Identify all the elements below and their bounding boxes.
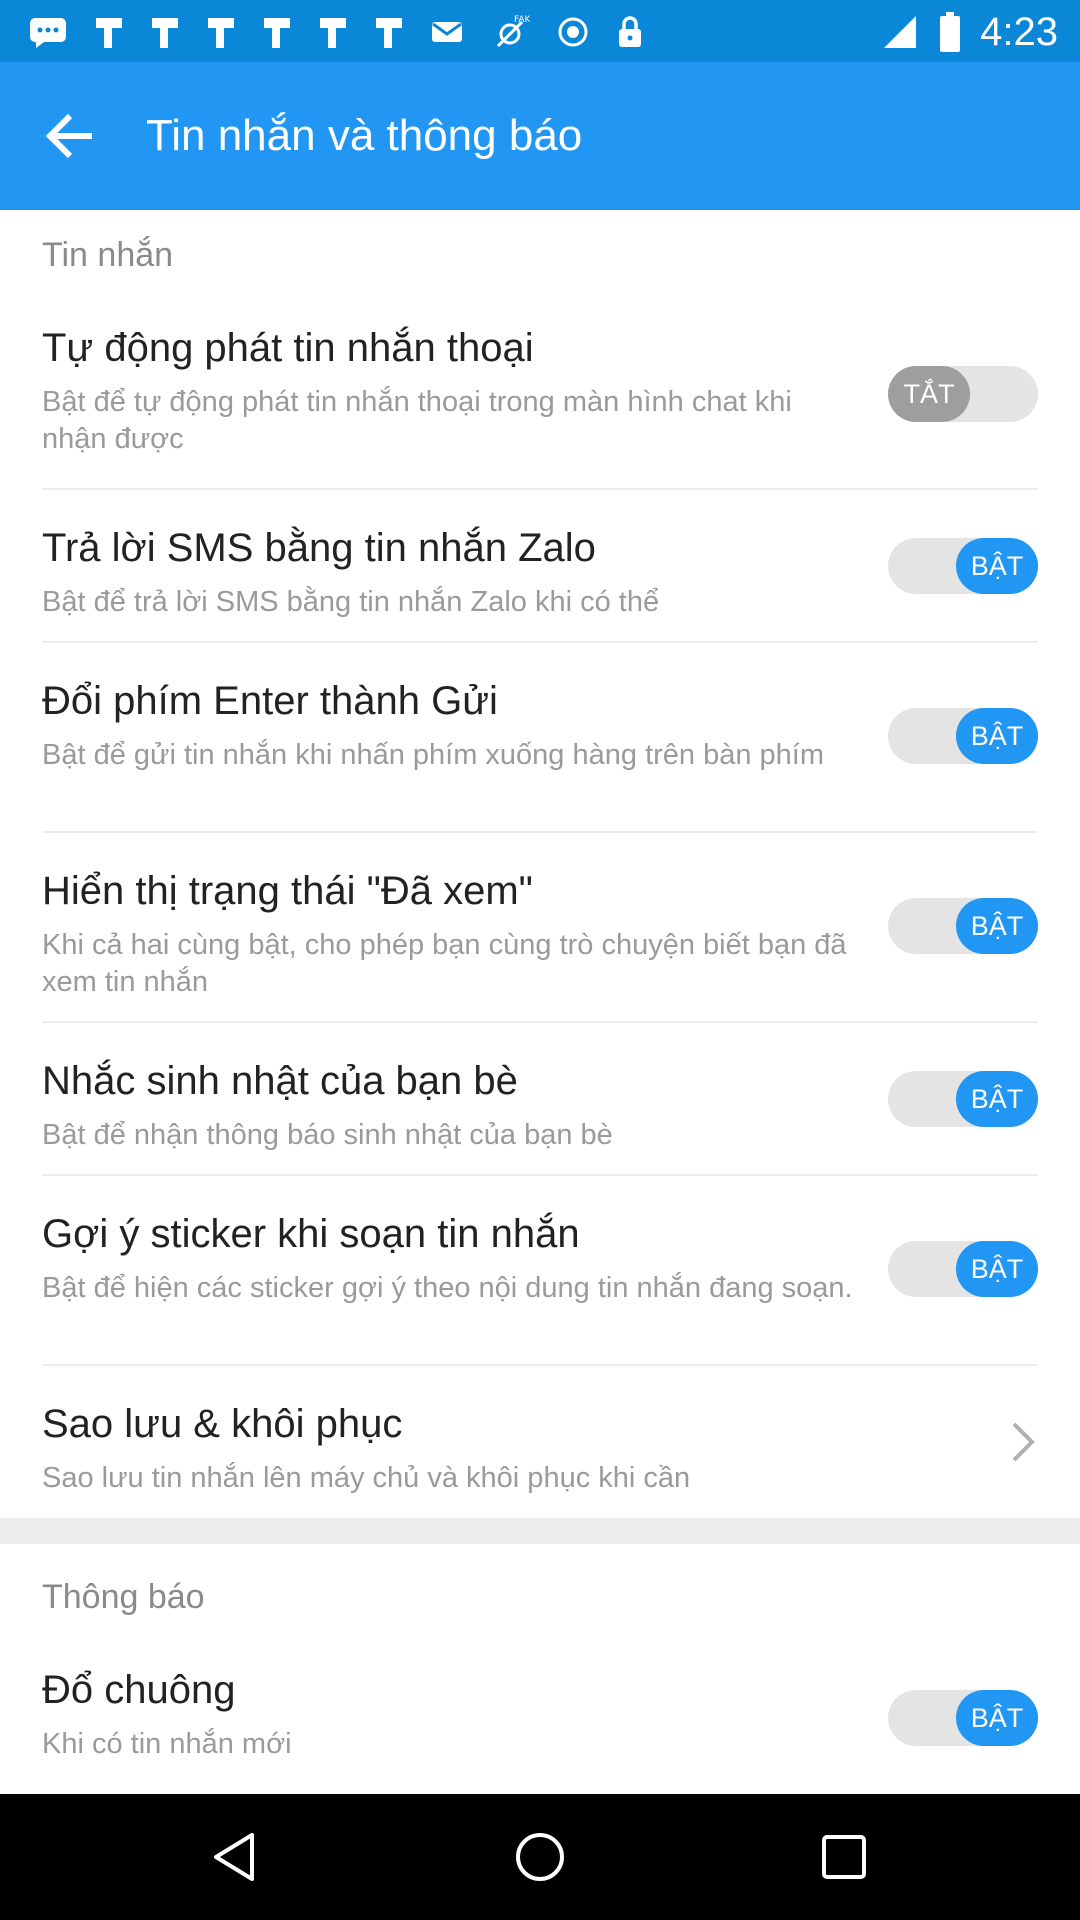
toggle-switch[interactable]: BẬT — [888, 1690, 1038, 1746]
setting-description: Khi cả hai cùng bật, cho phép bạn cùng t… — [42, 929, 847, 998]
setting-backup-restore[interactable]: Sao lưu & khôi phục Sao lưu tin nhắn lên… — [42, 1366, 1038, 1518]
svg-text:FAKE: FAKE — [514, 15, 530, 25]
notification-icon — [208, 18, 234, 48]
setting-seen-status[interactable]: Hiển thị trạng thái "Đã xem" Khi cả hai … — [42, 833, 1038, 1023]
app-bar: Tin nhắn và thông báo — [0, 62, 1080, 210]
toggle-knob: TẮT — [888, 366, 970, 422]
setting-description: Bật để tự động phát tin nhắn thoại trong… — [42, 386, 792, 455]
setting-description: Bật để hiện các sticker gợi ý theo nội d… — [42, 1272, 853, 1304]
setting-auto-play-voice[interactable]: Tự động phát tin nhắn thoại Bật để tự độ… — [42, 300, 1038, 490]
battery-icon — [940, 12, 961, 52]
notification-icon — [320, 18, 346, 48]
nav-recents-icon[interactable] — [814, 1827, 874, 1887]
notification-icon — [264, 18, 290, 48]
circle-icon — [558, 17, 588, 47]
notification-icon — [376, 18, 402, 48]
lock-icon — [619, 16, 641, 47]
setting-enter-to-send[interactable]: Đổi phím Enter thành Gửi Bật để gửi tin … — [42, 643, 1038, 833]
toggle-switch[interactable]: BẬT — [888, 708, 1038, 764]
setting-reply-sms-zalo[interactable]: Trả lời SMS bằng tin nhắn Zalo Bật để tr… — [42, 490, 1038, 643]
toggle-switch[interactable]: BẬT — [888, 898, 1038, 954]
toggle-knob: BẬT — [956, 1241, 1038, 1297]
setting-title: Trả lời SMS bằng tin nhắn Zalo — [42, 526, 596, 570]
back-arrow-icon[interactable] — [40, 106, 100, 166]
setting-title: Sao lưu & khôi phục — [42, 1402, 403, 1446]
setting-description: Bật để nhận thông báo sinh nhật của bạn … — [42, 1119, 613, 1151]
notification-icon — [96, 18, 122, 48]
setting-description: Bật để trả lời SMS bằng tin nhắn Zalo kh… — [42, 586, 660, 618]
messages-icon — [30, 18, 66, 48]
toggle-switch[interactable]: TẮT — [888, 366, 1038, 422]
setting-title: Nhắc sinh nhật của bạn bè — [42, 1059, 518, 1103]
setting-ringtone[interactable]: Đổ chuông Khi có tin nhắn mới BẬT — [42, 1654, 1038, 1797]
notification-icon — [152, 18, 178, 48]
settings-list: Tin nhắn Tự động phát tin nhắn thoại Bật… — [0, 210, 1080, 1797]
toggle-knob: BẬT — [956, 898, 1038, 954]
chevron-right-icon — [1012, 1422, 1035, 1462]
status-bar: FAKE 4:23 — [0, 0, 1080, 62]
setting-title: Đổi phím Enter thành Gửi — [42, 679, 498, 723]
navigation-bar — [0, 1794, 1080, 1920]
section-header-messages: Tin nhắn — [42, 236, 174, 274]
setting-description: Khi có tin nhắn mới — [42, 1728, 292, 1760]
setting-birthday-reminder[interactable]: Nhắc sinh nhật của bạn bè Bật để nhận th… — [42, 1023, 1038, 1176]
signal-icon — [884, 16, 917, 48]
toggle-switch[interactable]: BẬT — [888, 1071, 1038, 1127]
section-divider — [0, 1518, 1080, 1544]
toggle-knob: BẬT — [956, 538, 1038, 594]
mail-icon — [432, 22, 462, 42]
section-header-notifications: Thông báo — [42, 1578, 205, 1616]
toggle-switch[interactable]: BẬT — [888, 538, 1038, 594]
nav-back-icon[interactable] — [206, 1827, 266, 1887]
setting-sticker-suggest[interactable]: Gợi ý sticker khi soạn tin nhắn Bật để h… — [42, 1176, 1038, 1366]
setting-description: Sao lưu tin nhắn lên máy chủ và khôi phụ… — [42, 1462, 691, 1494]
toggle-knob: BẬT — [956, 708, 1038, 764]
toggle-knob: BẬT — [956, 1690, 1038, 1746]
nav-home-icon[interactable] — [510, 1827, 570, 1887]
setting-title: Đổ chuông — [42, 1668, 236, 1712]
toggle-switch[interactable]: BẬT — [888, 1241, 1038, 1297]
toggle-knob: BẬT — [956, 1071, 1038, 1127]
page-title: Tin nhắn và thông báo — [146, 111, 583, 160]
setting-title: Tự động phát tin nhắn thoại — [42, 326, 534, 370]
status-icons: FAKE — [28, 12, 644, 52]
setting-title: Hiển thị trạng thái "Đã xem" — [42, 869, 533, 913]
fake-gps-icon: FAKE — [496, 15, 530, 48]
setting-title: Gợi ý sticker khi soạn tin nhắn — [42, 1212, 580, 1256]
setting-description: Bật để gửi tin nhắn khi nhấn phím xuống … — [42, 739, 825, 771]
clock: 4:23 — [980, 9, 1058, 54]
status-right: 4:23 — [880, 10, 1058, 54]
